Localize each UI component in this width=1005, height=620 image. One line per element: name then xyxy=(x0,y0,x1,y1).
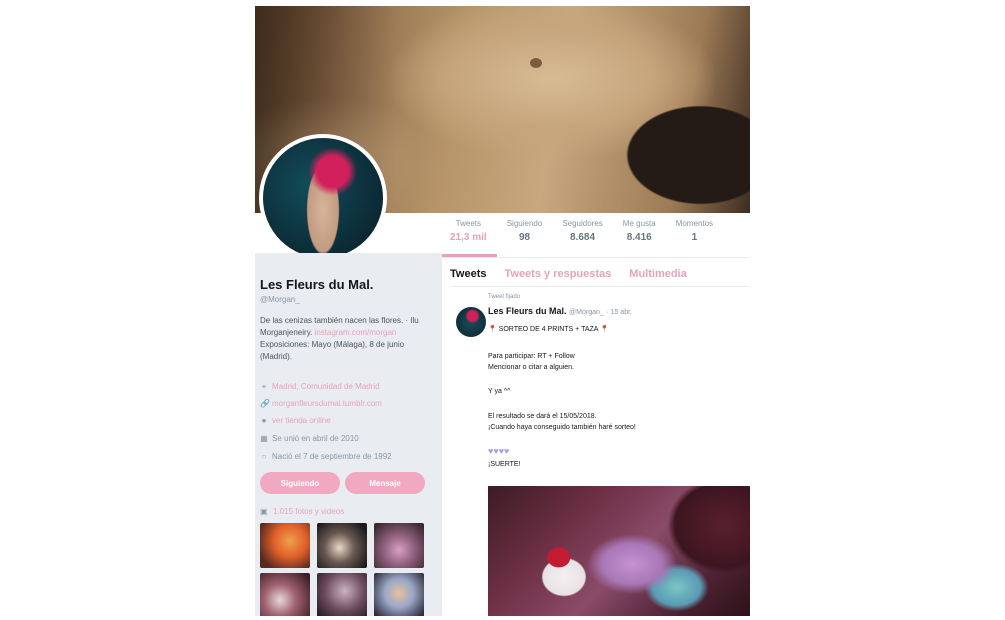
profile-avatar[interactable] xyxy=(259,134,387,262)
tweet-line: Para participar: RT + Follow xyxy=(488,353,575,360)
tweet-header: Les Fleurs du Mal. @Morgan_ · 15 abr. xyxy=(488,306,632,316)
photos-videos-link[interactable]: ▣ 1.015 fotos y videos xyxy=(260,507,344,516)
tweet-line: Mencionar o citar a alguien. xyxy=(488,364,574,371)
pushpin-icon: 📍 xyxy=(488,326,497,333)
pinned-label: Tweet fijado xyxy=(488,294,521,300)
profile-sidebar: Les Fleurs du Mal. @Morgan_ De las ceniz… xyxy=(255,253,442,616)
media-thumbnail[interactable] xyxy=(260,523,310,568)
link-icon: 🔗 xyxy=(260,398,270,408)
joined-text: Se unió en abril de 2010 xyxy=(272,434,359,443)
image-icon: ▣ xyxy=(260,507,268,516)
tab-tweets[interactable]: Tweets xyxy=(450,268,486,286)
tweet-line: SORTEO DE 4 PRINTS + TAZA xyxy=(498,326,599,333)
profile-joined: ▦ Se unió en abril de 2010 xyxy=(260,434,435,443)
profile-location: ⌖ Madrid, Comunidad de Madrid xyxy=(260,382,435,391)
tweet-handle[interactable]: @Morgan_ xyxy=(569,309,604,316)
stat-tweets[interactable]: Tweets 21,3 mil xyxy=(440,213,497,257)
stat-label: Tweets xyxy=(455,219,482,228)
tweet-line: ¡Cuando haya conseguido también haré sor… xyxy=(488,424,636,431)
balloon-icon: ○ xyxy=(261,451,267,461)
tab-tweets-replies[interactable]: Tweets y respuestas xyxy=(504,268,611,286)
stat-value: 21,3 mil xyxy=(450,232,487,243)
website-link[interactable]: morganfleursdumal.tumblr.com xyxy=(272,399,382,408)
media-thumbnail[interactable] xyxy=(260,573,310,616)
location-text[interactable]: Madrid, Comunidad de Madrid xyxy=(272,382,380,391)
location-icon: ⌖ xyxy=(261,381,267,391)
profile-birthday: ○ Nació el 7 de septiembre de 1992 xyxy=(260,452,435,461)
stat-label: Me gusta xyxy=(622,219,656,228)
bio-link[interactable]: instagram.com/morgan xyxy=(315,328,397,337)
stat-value: 8.684 xyxy=(570,232,596,243)
media-thumbnail[interactable] xyxy=(317,523,367,568)
tweet-avatar[interactable] xyxy=(456,307,486,337)
heart-emojis: ♥♥♥♥ xyxy=(488,446,510,456)
stat-label: Seguidores xyxy=(562,219,603,228)
pushpin-icon: 📍 xyxy=(600,326,609,333)
profile-page: Tweets 21,3 mil Siguiendo 98 Seguidores … xyxy=(255,6,750,616)
profile-tabs: Tweets Tweets y respuestas Multimedia xyxy=(450,268,750,287)
stat-value: 1 xyxy=(691,232,698,243)
stat-likes[interactable]: Me gusta 8.416 xyxy=(613,213,666,257)
profile-name[interactable]: Les Fleurs du Mal. xyxy=(260,277,373,292)
tweet-line: ¡SUERTE! xyxy=(488,461,521,468)
photos-label: 1.015 fotos y videos xyxy=(273,507,345,516)
following-button[interactable]: Siguiendo xyxy=(260,472,340,494)
profile-website: 🔗 morganfleursdumal.tumblr.com xyxy=(260,399,435,408)
media-thumbnail[interactable] xyxy=(374,573,424,616)
stat-label: Siguiendo xyxy=(506,219,543,228)
profile-stats-bar: Tweets 21,3 mil Siguiendo 98 Seguidores … xyxy=(440,213,750,258)
stat-following[interactable]: Siguiendo 98 xyxy=(497,213,553,257)
stat-moments[interactable]: Momentos 1 xyxy=(666,213,723,257)
media-thumbnail[interactable] xyxy=(374,523,424,568)
tweet-media-image[interactable] xyxy=(488,486,750,616)
birthday-text: Nació el 7 de septiembre de 1992 xyxy=(272,452,392,461)
tweet-time[interactable]: · 15 abr. xyxy=(606,309,632,316)
tweet-line: Y ya ^^ xyxy=(488,388,511,395)
pinned-tweet[interactable]: Tweet fijado Les Fleurs du Mal. @Morgan_… xyxy=(450,289,750,616)
tweet-author[interactable]: Les Fleurs du Mal. xyxy=(488,306,567,316)
message-button[interactable]: Mensaje xyxy=(345,472,425,494)
profile-shop: ● ver tienda online xyxy=(260,416,435,425)
stat-value: 8.416 xyxy=(626,232,652,243)
media-thumbnail[interactable] xyxy=(317,573,367,616)
bio-rest: Exposiciones: Mayo (Málaga), 8 de junio … xyxy=(260,340,405,361)
stat-label: Momentos xyxy=(675,219,714,228)
calendar-icon: ▦ xyxy=(260,433,268,443)
stat-followers[interactable]: Seguidores 8.684 xyxy=(552,213,612,257)
pin-icon: ● xyxy=(261,415,267,425)
tweet-line-title: 📍 SORTEO DE 4 PRINTS + TAZA 📍 xyxy=(488,325,609,334)
tweet-line: El resultado se dará el 15/05/2018. xyxy=(488,413,597,420)
stat-value: 98 xyxy=(518,232,531,243)
profile-handle[interactable]: @Morgan_ xyxy=(260,295,300,304)
banner-detail xyxy=(530,58,542,68)
profile-bio: De las cenizas también nacen las flores.… xyxy=(260,315,435,363)
tab-media[interactable]: Multimedia xyxy=(629,268,686,286)
shop-link[interactable]: ver tienda online xyxy=(272,416,331,425)
